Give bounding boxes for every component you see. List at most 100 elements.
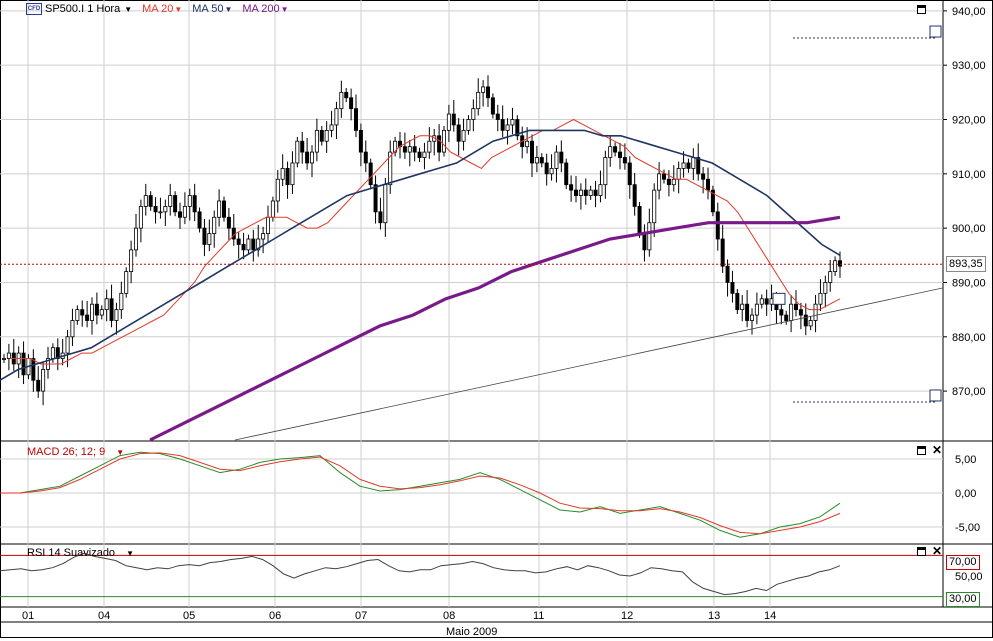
candle-body [80, 309, 85, 316]
candle-body [138, 206, 143, 229]
rsi-label: RSI 14 Suavizado [27, 547, 116, 559]
candle-body [6, 352, 11, 359]
chevron-down-icon: ▼ [174, 5, 183, 14]
candle-body [446, 113, 451, 131]
candle-body [823, 282, 828, 294]
candle-body [813, 303, 818, 321]
candle-body [794, 303, 799, 311]
candle-body [437, 135, 442, 153]
candle-body [314, 129, 319, 153]
candle-body [50, 347, 55, 359]
candle-body [417, 151, 422, 158]
price-tick-label: 930,00 [952, 60, 986, 72]
candle-body [290, 162, 295, 186]
candle-body [598, 184, 603, 196]
candle-body [696, 157, 701, 175]
candle-body [559, 151, 564, 164]
candle-body [681, 162, 686, 169]
candle-body [745, 303, 750, 321]
candle-body [588, 189, 593, 196]
candle-body [402, 146, 407, 153]
candle-body [471, 108, 476, 120]
candle-body [373, 184, 378, 213]
time-axis-tick-label: 13 [708, 610, 720, 622]
candle-body [70, 320, 75, 338]
candle-body [578, 189, 583, 196]
candle-body [485, 86, 490, 99]
candle-body [192, 195, 197, 213]
candle-body [808, 320, 813, 327]
price-tick-label: 940,00 [952, 6, 986, 18]
time-axis-month-label: Maio 2009 [446, 626, 497, 638]
candle-body [378, 211, 383, 224]
candle-body [637, 206, 642, 234]
time-axis-tick-label: 14 [764, 610, 776, 622]
support-trendline [234, 287, 944, 441]
maximize-macd-panel-icon[interactable] [917, 446, 926, 455]
candle-body [261, 233, 266, 240]
chart-border [0, 0, 993, 638]
candle-body [544, 162, 549, 175]
time-axis-tick-label: 07 [355, 610, 367, 622]
candle-body [265, 216, 270, 234]
trade-marker-icon [772, 292, 786, 305]
candle-body [270, 200, 275, 218]
candle-body [427, 140, 432, 153]
candle-body [481, 86, 486, 93]
candle-body [177, 211, 182, 218]
candle-body [510, 119, 515, 126]
macd-tick-label: 0,00 [955, 488, 976, 500]
ma200-selector[interactable]: MA 200▼ [242, 3, 288, 15]
candle-body [676, 167, 681, 180]
candle-body [124, 271, 129, 294]
close-macd-panel-icon[interactable]: ✕ [932, 444, 942, 456]
ma20-selector[interactable]: MA 20▼ [142, 3, 182, 15]
close-rsi-panel-icon[interactable]: ✕ [932, 545, 942, 557]
candle-body [309, 151, 314, 164]
candle-body [740, 303, 745, 311]
candle-body [251, 238, 256, 251]
chevron-down-icon: ▼ [280, 5, 289, 14]
candle-body [90, 303, 95, 321]
symbol-selector[interactable]: CFD SP500.I 1 Hora ▼ [26, 3, 132, 15]
rsi-header[interactable]: RSI 14 Suavizado ▼ [27, 547, 134, 559]
candle-body [246, 238, 251, 251]
ma200-label: MA 200 [242, 3, 280, 15]
candle-body [647, 222, 652, 251]
candle-body [818, 292, 823, 305]
candle-body [212, 216, 217, 234]
candle-body [490, 97, 495, 115]
candle-body [226, 216, 231, 229]
symbol-label: SP500.I 1 Hora [45, 3, 121, 15]
time-axis-tick-label: 11 [533, 610, 544, 622]
candle-body [784, 314, 789, 321]
price-tick-label: 880,00 [952, 332, 986, 344]
candle-body [407, 146, 412, 153]
candle-body [671, 178, 676, 186]
candle-body [241, 244, 246, 251]
candle-body [153, 206, 158, 213]
candle-body [339, 91, 344, 110]
candle-body [828, 271, 833, 283]
macd-header[interactable]: MACD 26; 12; 9 ▼ [27, 446, 124, 458]
candle-body [627, 162, 632, 186]
time-axis-tick-label: 04 [98, 610, 110, 622]
ma50-selector[interactable]: MA 50▼ [192, 3, 232, 15]
candle-body [275, 178, 280, 202]
ma50-label: MA 50 [192, 3, 224, 15]
candle-body [451, 113, 456, 126]
time-axis-tick-label: 12 [621, 610, 633, 622]
candle-body [21, 352, 26, 376]
candle-body [466, 119, 471, 131]
candle-body [833, 260, 838, 273]
candle-body [329, 124, 334, 131]
chevron-down-icon: ▼ [224, 5, 233, 14]
candle-body [686, 162, 691, 169]
maximize-price-panel-icon[interactable] [917, 5, 926, 14]
candle-body [730, 282, 735, 294]
candle-body [412, 146, 417, 153]
maximize-rsi-panel-icon[interactable] [917, 547, 926, 556]
rsi-lower-level-tag: 30,00 [946, 592, 980, 607]
candle-body [158, 211, 163, 214]
candle-body [500, 119, 505, 131]
